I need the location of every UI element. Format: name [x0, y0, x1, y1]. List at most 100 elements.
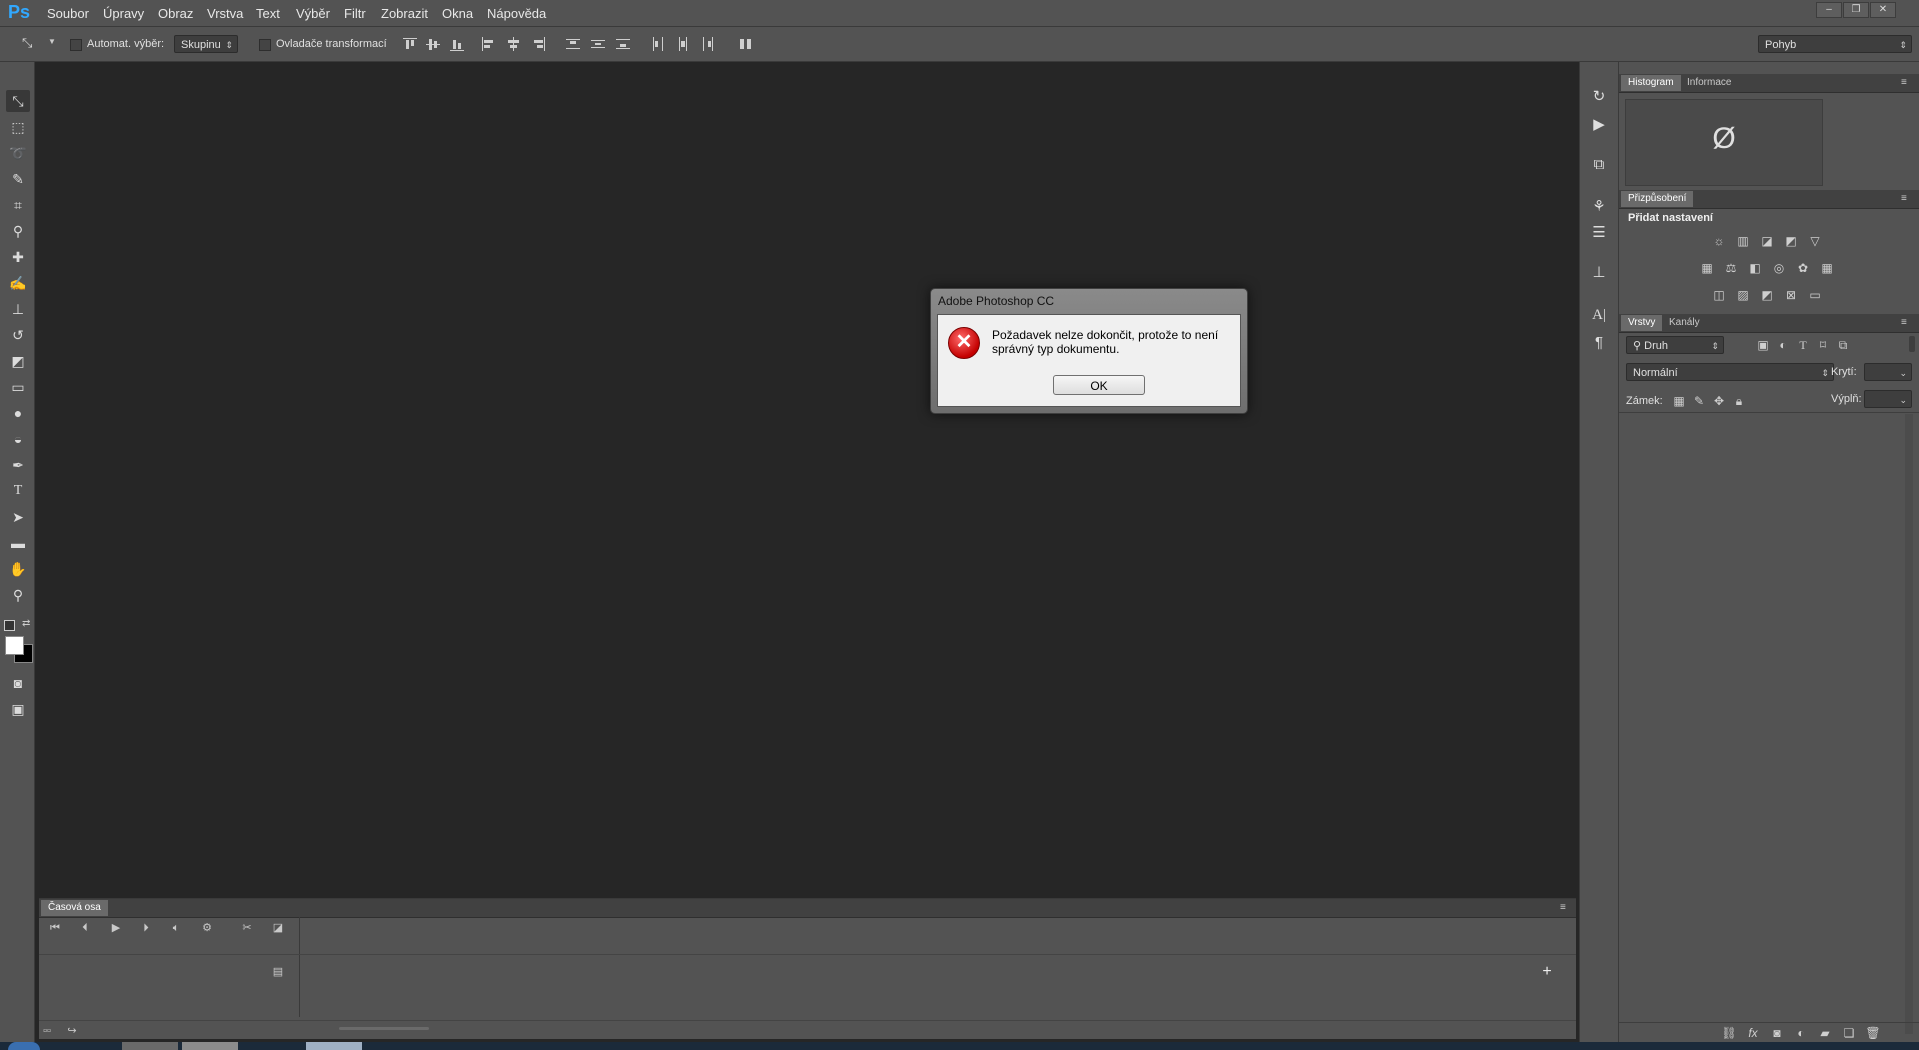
- align-bottom-icon[interactable]: [450, 37, 464, 51]
- tab-histogram[interactable]: Histogram: [1621, 75, 1681, 91]
- layer-style-fx-icon[interactable]: fx: [1745, 1026, 1761, 1040]
- align-left-icon[interactable]: [481, 37, 495, 51]
- menu-image[interactable]: Obraz: [158, 6, 193, 21]
- taskbar-app-button[interactable]: [122, 1042, 178, 1050]
- photo-filter-icon[interactable]: ◎: [1771, 261, 1787, 275]
- lock-image-pixels-icon[interactable]: ✎: [1691, 394, 1707, 408]
- render-video-icon[interactable]: ↪: [64, 1023, 80, 1039]
- menu-edit[interactable]: Úpravy: [103, 6, 144, 21]
- quick-mask-icon[interactable]: ◙: [6, 672, 30, 694]
- lock-all-icon[interactable]: 🔒︎: [1731, 394, 1747, 408]
- align-horizontal-center-icon[interactable]: [506, 37, 520, 51]
- settings-gear-icon[interactable]: ⚙: [199, 920, 215, 936]
- eyedropper-tool-icon[interactable]: ⚲: [6, 220, 30, 242]
- paragraph-panel-icon[interactable]: ¶: [1588, 332, 1610, 354]
- tab-timeline[interactable]: Časová osa: [41, 900, 108, 916]
- menu-view[interactable]: Zobrazit: [381, 6, 428, 21]
- panel-menu-icon[interactable]: ≡: [1560, 903, 1574, 913]
- lock-position-icon[interactable]: ✥: [1711, 394, 1727, 408]
- align-vertical-center-icon[interactable]: [426, 37, 440, 51]
- properties-panel-icon[interactable]: ⧉: [1588, 154, 1610, 176]
- transition-icon[interactable]: ◪: [270, 920, 286, 936]
- layer-filter-dropdown[interactable]: ⚲ Druh ⇕: [1626, 336, 1724, 354]
- swap-colors-icon[interactable]: ⇄: [22, 618, 30, 629]
- distribute-left-icon[interactable]: [651, 37, 665, 51]
- history-brush-tool-icon[interactable]: ↺: [6, 324, 30, 346]
- levels-icon[interactable]: ▥: [1735, 234, 1751, 248]
- previous-frame-icon[interactable]: ⏴: [77, 920, 93, 936]
- minimize-icon[interactable]: ‒: [1816, 2, 1842, 18]
- menu-select[interactable]: Výběr: [296, 6, 330, 21]
- quick-selection-tool-icon[interactable]: ✎: [6, 168, 30, 190]
- color-balance-icon[interactable]: ⚖: [1723, 261, 1739, 275]
- threshold-icon[interactable]: ◩: [1759, 288, 1775, 302]
- audio-icon[interactable]: 🔈︎: [168, 920, 184, 936]
- delete-layer-trash-icon[interactable]: 🗑︎: [1865, 1026, 1881, 1040]
- layers-scrollbar[interactable]: [1905, 414, 1913, 1034]
- clone-stamp-tool-icon[interactable]: ⊥: [6, 298, 30, 320]
- channel-mixer-icon[interactable]: ✿: [1795, 261, 1811, 275]
- ok-button[interactable]: OK: [1053, 375, 1145, 395]
- auto-select-checkbox[interactable]: [70, 39, 82, 51]
- hand-tool-icon[interactable]: ✋: [6, 558, 30, 580]
- eraser-tool-icon[interactable]: ◩: [6, 350, 30, 372]
- auto-select-dropdown[interactable]: Skupinu ⇕: [174, 35, 238, 53]
- history-panel-icon[interactable]: ↻: [1588, 86, 1610, 108]
- marquee-tool-icon[interactable]: ⬚: [6, 116, 30, 138]
- move-tool-icon[interactable]: ⤡: [22, 35, 32, 51]
- character-panel-icon[interactable]: A|: [1588, 304, 1610, 326]
- screen-mode-icon[interactable]: ▣: [6, 698, 30, 720]
- auto-align-layers-icon[interactable]: [739, 37, 753, 51]
- brightness-contrast-icon[interactable]: ☼: [1711, 234, 1727, 248]
- close-icon[interactable]: ✕: [1870, 2, 1896, 18]
- filter-toggle[interactable]: [1909, 336, 1915, 352]
- filter-pixel-layers-icon[interactable]: ▣: [1755, 338, 1771, 352]
- new-adjustment-layer-icon[interactable]: ◐: [1793, 1026, 1809, 1040]
- align-right-icon[interactable]: [531, 37, 545, 51]
- next-frame-icon[interactable]: ⏵: [138, 920, 154, 936]
- filter-smart-objects-icon[interactable]: ⧉: [1835, 338, 1851, 352]
- split-scissors-icon[interactable]: ✂: [239, 920, 255, 936]
- distribute-vertical-center-icon[interactable]: [591, 37, 605, 51]
- brush-presets-panel-icon[interactable]: ⚘: [1588, 196, 1610, 218]
- type-tool-icon[interactable]: T: [6, 480, 30, 502]
- gradient-map-icon[interactable]: ▭: [1807, 288, 1823, 302]
- transform-controls-checkbox[interactable]: [259, 39, 271, 51]
- tab-channels[interactable]: Kanály: [1662, 315, 1707, 331]
- clone-source-panel-icon[interactable]: ⊥: [1588, 262, 1610, 284]
- align-top-icon[interactable]: [403, 37, 417, 51]
- curves-icon[interactable]: ◪: [1759, 234, 1775, 248]
- start-button-icon[interactable]: [8, 1042, 40, 1050]
- panel-menu-icon[interactable]: ≡: [1901, 194, 1915, 204]
- zoom-tool-icon[interactable]: ⚲: [6, 584, 30, 606]
- menu-filter[interactable]: Filtr: [344, 6, 366, 21]
- tab-info[interactable]: Informace: [1680, 75, 1738, 91]
- healing-brush-tool-icon[interactable]: ✚: [6, 246, 30, 268]
- convert-frame-icon[interactable]: ▫▫: [39, 1023, 55, 1039]
- selective-color-icon[interactable]: ⊠: [1783, 288, 1799, 302]
- distribute-right-icon[interactable]: [701, 37, 715, 51]
- distribute-horizontal-center-icon[interactable]: [676, 37, 690, 51]
- black-white-icon[interactable]: ◧: [1747, 261, 1763, 275]
- hue-saturation-icon[interactable]: ▦: [1699, 261, 1715, 275]
- pen-tool-icon[interactable]: ✒: [6, 454, 30, 476]
- filter-shape-layers-icon[interactable]: ⌑: [1815, 338, 1831, 352]
- fill-field[interactable]: ⌄: [1864, 390, 1912, 408]
- taskbar-app-button[interactable]: [182, 1042, 238, 1050]
- zoom-slider[interactable]: [339, 1027, 429, 1030]
- path-selection-tool-icon[interactable]: ➤: [6, 506, 30, 528]
- tool-preset-chevron-icon[interactable]: ▼: [48, 37, 56, 46]
- menu-file[interactable]: Soubor: [47, 6, 89, 21]
- tab-adjustments[interactable]: Přizpůsobení: [1621, 191, 1694, 207]
- dodge-tool-icon[interactable]: ◒: [6, 428, 30, 450]
- opacity-field[interactable]: ⌄: [1864, 363, 1912, 381]
- filmstrip-icon[interactable]: ▤: [270, 964, 286, 980]
- default-colors-icon[interactable]: [4, 620, 15, 631]
- color-lookup-icon[interactable]: ▦: [1819, 261, 1835, 275]
- brush-panel-icon[interactable]: ☰: [1588, 222, 1610, 244]
- play-icon[interactable]: ▶: [108, 920, 124, 936]
- crop-tool-icon[interactable]: ⌗: [6, 194, 30, 216]
- blend-mode-dropdown[interactable]: Normální ⇕: [1626, 363, 1834, 381]
- link-layers-icon[interactable]: ⛓: [1721, 1026, 1737, 1040]
- foreground-color-swatch[interactable]: [5, 636, 24, 655]
